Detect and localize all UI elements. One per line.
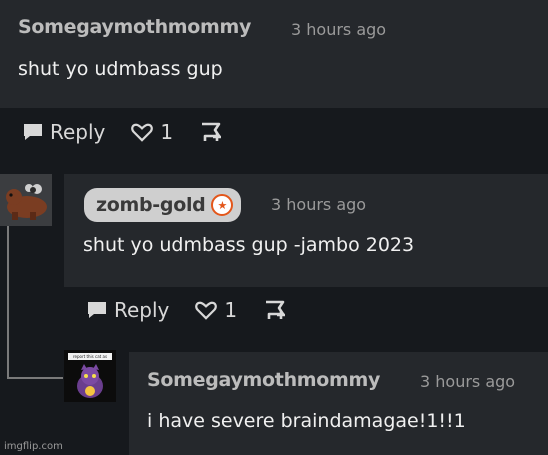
- imgflip-watermark: imgflip.com: [4, 441, 63, 452]
- heart-icon: [131, 123, 154, 142]
- comment-3-username[interactable]: Somegaymothmommy: [147, 369, 380, 391]
- thread-line-branch: [7, 377, 63, 379]
- reply-label: Reply: [114, 298, 170, 322]
- reply-button[interactable]: Reply: [86, 298, 169, 322]
- comment-1-timestamp[interactable]: 3 hours ago: [291, 20, 386, 39]
- reply-icon: [24, 124, 42, 140]
- comment-1-username[interactable]: Somegaymothmommy: [18, 16, 251, 38]
- reply-label: Reply: [50, 120, 106, 144]
- flag-icon: [202, 122, 222, 141]
- comment-2-actions: Reply 1: [86, 298, 289, 322]
- heart-icon: [195, 301, 218, 320]
- zomb-gold-avatar[interactable]: [0, 174, 52, 226]
- avatar-caption: report this cat as sight: [68, 353, 112, 360]
- comment-1-actions: Reply 1: [22, 120, 225, 144]
- like-button[interactable]: 1: [131, 120, 173, 144]
- comment-3-timestamp[interactable]: 3 hours ago: [420, 372, 515, 391]
- comment-1-text: shut yo udmbass gup: [18, 58, 223, 80]
- reply-button[interactable]: Reply: [22, 120, 105, 144]
- somegaymothmommy-avatar[interactable]: report this cat as sight: [64, 350, 116, 402]
- thread-line: [7, 226, 9, 378]
- comment-3-text: i have severe braindamagae!1!!1: [147, 410, 466, 432]
- like-count: 1: [224, 298, 238, 322]
- comment-3: [129, 352, 548, 455]
- comment-2-text: shut yo udmbass gup -jambo 2023: [83, 234, 415, 256]
- zomb-gold-username-pill[interactable]: zomb-gold ★: [84, 188, 242, 222]
- comment-2-username: zomb-gold: [96, 194, 206, 216]
- flag-button[interactable]: [263, 299, 289, 321]
- like-button[interactable]: 1: [195, 298, 237, 322]
- comment-2-timestamp[interactable]: 3 hours ago: [271, 195, 366, 214]
- reply-icon: [88, 302, 106, 318]
- flag-button[interactable]: [199, 121, 225, 143]
- brown-bear-avatar: [6, 184, 47, 220]
- like-count: 1: [160, 120, 174, 144]
- flag-icon: [266, 300, 286, 319]
- gold-badge-icon: ★: [211, 194, 234, 216]
